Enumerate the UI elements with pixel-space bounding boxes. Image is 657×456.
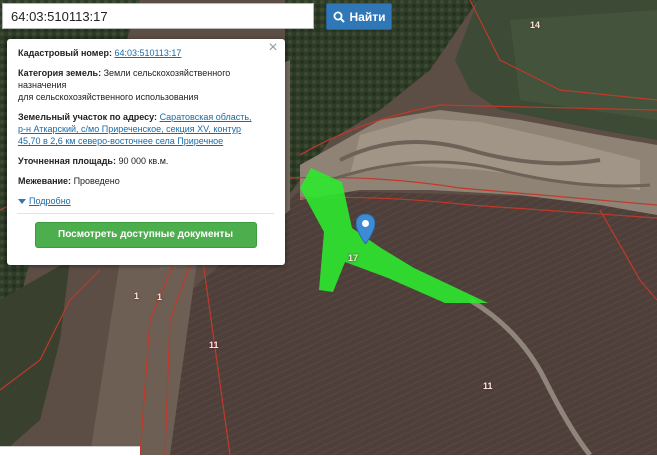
map-marker-icon[interactable] — [356, 214, 375, 244]
address-row: Земельный участок по адресу: Саратовская… — [18, 111, 273, 147]
category-row: Категория земель: Земли сельскохозяйстве… — [18, 67, 273, 103]
area-row: Уточненная площадь: 90 000 кв.м. — [18, 155, 273, 167]
parcel-label-11a: 11 — [209, 340, 219, 350]
divider — [17, 213, 274, 214]
category-value-2: для сельскохозяйственного использования — [18, 92, 199, 102]
address-label: Земельный участок по адресу: — [18, 112, 158, 122]
parcel-label-14: 14 — [530, 20, 541, 30]
parcel-label-17: 17 — [348, 253, 359, 263]
address-link-2[interactable]: р-н Аткарский, с/мо Приреченское, секция… — [18, 124, 241, 134]
caret-down-icon — [18, 198, 26, 204]
cadastral-link[interactable]: 64:03:510113:17 — [114, 48, 181, 58]
area-value: 90 000 кв.м. — [118, 156, 169, 166]
search-button[interactable]: Найти — [326, 3, 392, 30]
survey-row: Межевание: Проведено — [18, 175, 273, 187]
address-link-1[interactable]: Саратовская область, — [160, 112, 252, 122]
parcel-info-popup: × Кадастровый номер: 64:03:510113:17 Кат… — [7, 39, 285, 265]
cadastral-label: Кадастровый номер: — [18, 48, 112, 58]
parcel-label-1b: 1 — [157, 292, 163, 302]
search-button-label: Найти — [349, 9, 386, 24]
close-icon[interactable]: × — [267, 40, 279, 56]
more-link[interactable]: Подробно — [29, 195, 71, 207]
survey-label: Межевание: — [18, 176, 72, 186]
more-toggle[interactable]: Подробно — [18, 195, 273, 207]
view-documents-button[interactable]: Посмотреть доступные документы — [34, 222, 257, 248]
category-label: Категория земель: — [18, 68, 102, 78]
area-label: Уточненная площадь: — [18, 156, 116, 166]
survey-value: Проведено — [73, 176, 120, 186]
parcel-label-1a: 1 — [134, 291, 140, 301]
parcel-label-11b: 11 — [483, 381, 493, 391]
search-icon — [333, 11, 345, 23]
address-link-3[interactable]: 45,70 в 2,6 км северо-восточнее села При… — [18, 136, 223, 146]
search-input[interactable] — [2, 3, 314, 29]
cadastral-row: Кадастровый номер: 64:03:510113:17 — [18, 47, 273, 59]
